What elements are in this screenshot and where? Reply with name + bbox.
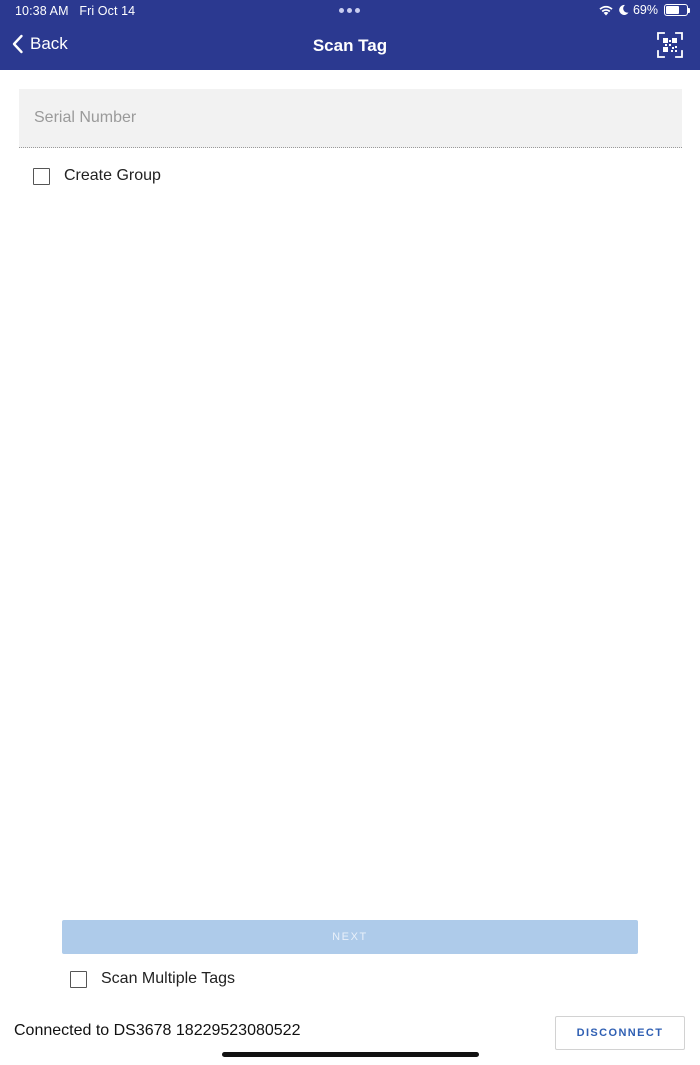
- multitasking-dots-icon[interactable]: [339, 8, 360, 13]
- qr-scan-button[interactable]: [657, 32, 683, 58]
- scan-multiple-tags-row[interactable]: Scan Multiple Tags: [70, 970, 235, 988]
- disconnect-button[interactable]: DISCONNECT: [555, 1016, 685, 1050]
- qr-code-scan-icon: [657, 32, 683, 58]
- scan-tag-screen: 10:38 AM Fri Oct 14 69% Back Scan Tag Se…: [0, 0, 700, 1065]
- status-date: Fri Oct 14: [79, 4, 136, 18]
- create-group-checkbox[interactable]: [33, 167, 50, 185]
- next-button[interactable]: NEXT: [62, 920, 638, 954]
- status-indicators: 69%: [598, 3, 690, 17]
- moon-icon: [619, 4, 629, 15]
- connection-status: Connected to DS3678 18229523080522: [14, 1022, 301, 1039]
- battery-icon: [664, 4, 690, 16]
- battery-percent: 69%: [632, 3, 658, 17]
- home-indicator[interactable]: [222, 1052, 479, 1057]
- page-title: Scan Tag: [312, 36, 388, 55]
- header: 10:38 AM Fri Oct 14 69% Back Scan Tag: [0, 0, 700, 70]
- status-time: 10:38 AM Fri Oct 14: [15, 4, 135, 18]
- scan-multiple-tags-checkbox[interactable]: [70, 970, 87, 988]
- wifi-icon: [599, 5, 613, 16]
- scan-multiple-tags-label: Scan Multiple Tags: [101, 970, 235, 987]
- create-group-label: Create Group: [64, 167, 161, 184]
- create-group-row[interactable]: Create Group: [33, 167, 161, 185]
- serial-number-input[interactable]: [19, 89, 682, 147]
- status-time-value: 10:38 AM: [15, 4, 69, 18]
- battery-fill: [666, 6, 680, 14]
- serial-number-field[interactable]: [19, 89, 682, 148]
